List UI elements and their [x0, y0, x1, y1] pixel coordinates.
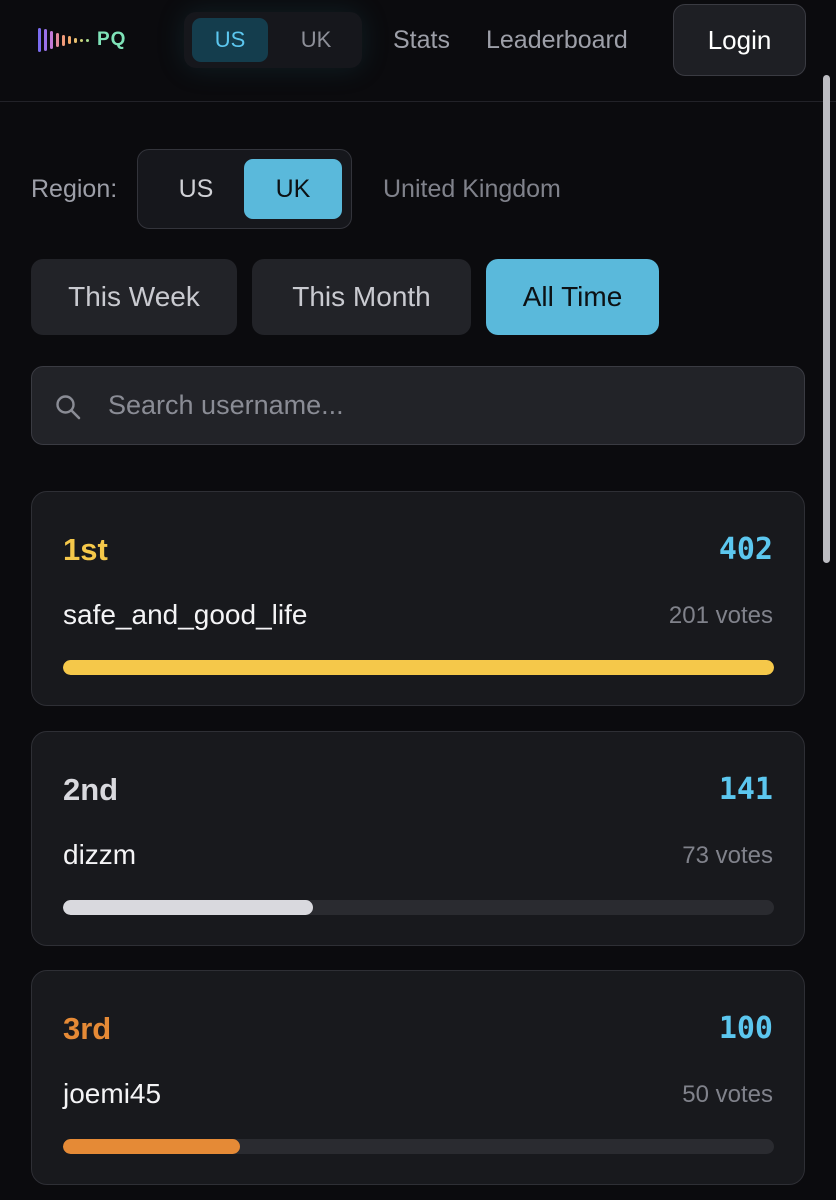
score-progress-fill — [63, 900, 313, 915]
tab-all-time[interactable]: All Time — [486, 259, 659, 335]
score-progress-fill — [63, 1139, 241, 1154]
score-progress-bar — [63, 660, 774, 675]
score-progress-bar — [63, 1139, 774, 1154]
search-box — [31, 366, 805, 445]
tab-this-month[interactable]: This Month — [252, 259, 471, 335]
rank-label: 3rd — [63, 1011, 112, 1046]
nav-region-us[interactable]: US — [192, 18, 268, 62]
score-progress-fill — [63, 660, 774, 675]
nav-region-toggle: US UK — [184, 12, 362, 68]
vote-count: 50 votes — [682, 1081, 773, 1108]
score-progress-bar — [63, 900, 774, 915]
vote-count: 201 votes — [668, 602, 773, 629]
search-icon — [56, 395, 81, 420]
region-name: United Kingdom — [383, 175, 561, 203]
vote-count: 73 votes — [682, 842, 773, 869]
nav-region-uk[interactable]: UK — [278, 18, 354, 62]
region-option-us[interactable]: US — [147, 159, 245, 219]
username: safe_and_good_life — [63, 599, 308, 630]
logo-waveform-icon — [38, 26, 89, 54]
region-toggle: US UK — [137, 149, 352, 229]
region-option-uk[interactable]: UK — [244, 159, 342, 219]
nav-link-stats[interactable]: Stats — [393, 24, 450, 56]
leaderboard-page: PQ US UK Stats Leaderboard Login Region:… — [0, 0, 836, 1200]
rank-label: 1st — [63, 532, 108, 567]
leaderboard-card[interactable]: 1st 402 safe_and_good_life 201 votes — [31, 491, 805, 706]
username: joemi45 — [63, 1078, 162, 1109]
top-navigation: PQ US UK Stats Leaderboard Login — [0, 0, 836, 102]
logo[interactable]: PQ — [38, 26, 126, 54]
score-value: 141 — [718, 772, 773, 807]
leaderboard-card[interactable]: 2nd 141 dizzm 73 votes — [31, 731, 805, 946]
username: dizzm — [63, 839, 137, 870]
login-button[interactable]: Login — [673, 4, 806, 76]
region-label: Region: — [31, 175, 118, 203]
page-scrollbar[interactable] — [823, 75, 830, 563]
score-value: 402 — [718, 532, 773, 567]
tab-this-week[interactable]: This Week — [31, 259, 237, 335]
score-value: 100 — [718, 1011, 773, 1046]
rank-label: 2nd — [63, 772, 119, 807]
search-input[interactable] — [108, 367, 788, 444]
nav-link-leaderboard[interactable]: Leaderboard — [486, 24, 628, 56]
leaderboard-card[interactable]: 3rd 100 joemi45 50 votes — [31, 970, 805, 1185]
logo-text: PQ — [97, 29, 127, 50]
